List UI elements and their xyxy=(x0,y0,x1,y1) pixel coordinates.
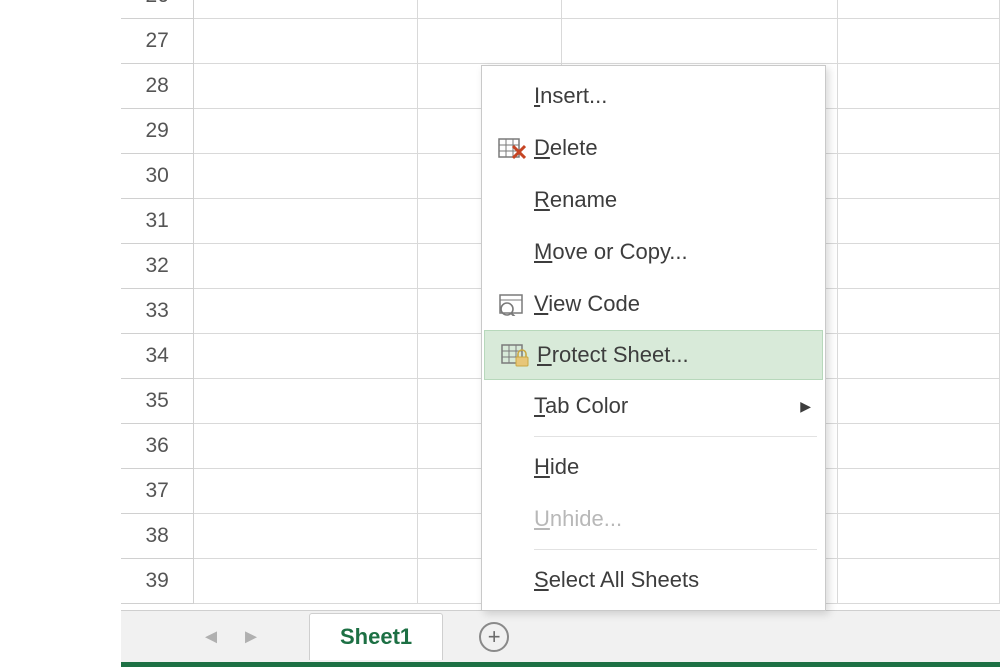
sheet-tab-bar: ◄ ► Sheet1 + xyxy=(121,610,1000,663)
row-header[interactable]: 29 xyxy=(121,109,194,154)
row-header[interactable]: 33 xyxy=(121,289,194,334)
cell[interactable] xyxy=(838,199,1000,244)
cell[interactable] xyxy=(838,559,1000,604)
menu-separator xyxy=(534,436,817,437)
cell[interactable] xyxy=(194,424,418,469)
row-header[interactable]: 32 xyxy=(121,244,194,289)
row-header[interactable]: 36 xyxy=(121,424,194,469)
menu-delete-label: Delete xyxy=(534,135,811,161)
menu-insert-label: Insert... xyxy=(534,83,811,109)
cell[interactable] xyxy=(194,379,418,424)
cell[interactable] xyxy=(194,244,418,289)
menu-tab-color-label: Tab Color xyxy=(534,393,800,419)
sheet-tab-context-menu: Insert... Delete Rename Move or Copy... xyxy=(481,65,826,611)
delete-sheet-icon xyxy=(490,136,534,160)
menu-rename-label: Rename xyxy=(534,187,811,213)
cell[interactable] xyxy=(838,424,1000,469)
row-header[interactable]: 31 xyxy=(121,199,194,244)
cell[interactable] xyxy=(418,19,563,64)
cell[interactable] xyxy=(838,244,1000,289)
cell[interactable] xyxy=(194,514,418,559)
menu-move-copy-label: Move or Copy... xyxy=(534,239,811,265)
tab-nav-prev[interactable]: ◄ xyxy=(191,626,231,649)
cell[interactable] xyxy=(194,64,418,109)
cell[interactable] xyxy=(194,559,418,604)
cell[interactable] xyxy=(838,0,1000,19)
cell[interactable] xyxy=(194,109,418,154)
grid-row: 26 xyxy=(121,0,1000,19)
row-header[interactable]: 30 xyxy=(121,154,194,199)
cell[interactable] xyxy=(194,469,418,514)
cell[interactable] xyxy=(838,469,1000,514)
cell[interactable] xyxy=(194,154,418,199)
sheet-tab-active[interactable]: Sheet1 xyxy=(309,613,443,660)
menu-unhide: Unhide... xyxy=(482,493,825,545)
cell[interactable] xyxy=(838,64,1000,109)
row-header[interactable]: 26 xyxy=(121,0,194,19)
tab-nav-next[interactable]: ► xyxy=(231,626,271,649)
menu-hide[interactable]: Hide xyxy=(482,441,825,493)
row-header[interactable]: 28 xyxy=(121,64,194,109)
row-header[interactable]: 38 xyxy=(121,514,194,559)
menu-hide-label: Hide xyxy=(534,454,811,480)
menu-select-all-sheets[interactable]: Select All Sheets xyxy=(482,554,825,606)
menu-view-code-label: View Code xyxy=(534,291,811,317)
cell[interactable] xyxy=(418,0,563,19)
cell[interactable] xyxy=(838,19,1000,64)
row-header[interactable]: 34 xyxy=(121,334,194,379)
submenu-arrow-icon: ▶ xyxy=(800,398,811,415)
row-header[interactable]: 39 xyxy=(121,559,194,604)
row-header[interactable]: 35 xyxy=(121,379,194,424)
menu-move-or-copy[interactable]: Move or Copy... xyxy=(482,226,825,278)
menu-tab-color[interactable]: Tab Color ▶ xyxy=(482,380,825,432)
cell[interactable] xyxy=(194,334,418,379)
cell[interactable] xyxy=(838,154,1000,199)
menu-separator xyxy=(534,549,817,550)
protect-sheet-icon xyxy=(493,343,537,367)
menu-delete[interactable]: Delete xyxy=(482,122,825,174)
menu-select-all-label: Select All Sheets xyxy=(534,567,811,593)
menu-protect-sheet[interactable]: Protect Sheet... xyxy=(484,330,823,380)
menu-view-code[interactable]: View Code xyxy=(482,278,825,330)
grid-row: 27 xyxy=(121,19,1000,64)
cell[interactable] xyxy=(838,334,1000,379)
view-code-icon xyxy=(490,292,534,316)
cell[interactable] xyxy=(194,199,418,244)
cell[interactable] xyxy=(838,514,1000,559)
cell[interactable] xyxy=(562,0,838,19)
row-header[interactable]: 37 xyxy=(121,469,194,514)
menu-insert[interactable]: Insert... xyxy=(482,70,825,122)
cell[interactable] xyxy=(838,109,1000,154)
new-sheet-button[interactable]: + xyxy=(479,622,509,652)
menu-protect-sheet-label: Protect Sheet... xyxy=(537,342,808,368)
cell[interactable] xyxy=(838,379,1000,424)
cell[interactable] xyxy=(194,19,418,64)
accent-bar xyxy=(121,662,1000,667)
row-header[interactable]: 27 xyxy=(121,19,194,64)
cell[interactable] xyxy=(194,0,418,19)
cell[interactable] xyxy=(562,19,838,64)
cell[interactable] xyxy=(194,289,418,334)
menu-unhide-label: Unhide... xyxy=(534,506,811,532)
plus-icon: + xyxy=(488,626,501,648)
cell[interactable] xyxy=(838,289,1000,334)
menu-rename[interactable]: Rename xyxy=(482,174,825,226)
